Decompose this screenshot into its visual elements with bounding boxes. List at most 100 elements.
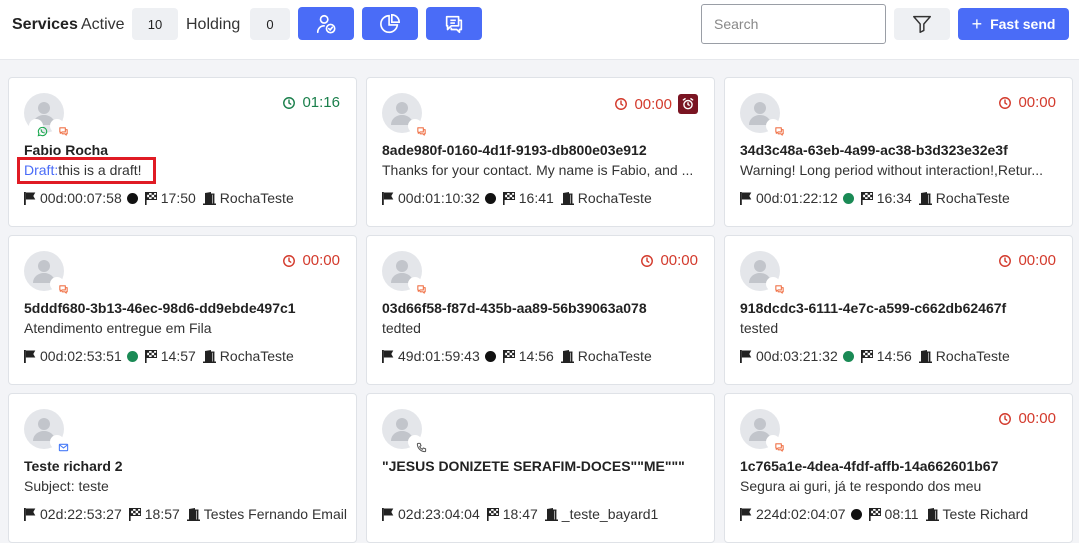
- avatar: [382, 409, 427, 453]
- service-card[interactable]: 00:00 03d66f58-f87d-435b-aa89-56b39063a0…: [366, 235, 715, 385]
- contact-name: 03d66f58-f87d-435b-aa89-56b39063a078: [382, 300, 647, 316]
- card-footer: 00d:00:07:58 17:50 RochaTeste: [24, 190, 294, 206]
- queue-name: _teste_bayard1: [561, 506, 659, 522]
- fast-send-button[interactable]: + Fast send: [958, 8, 1069, 40]
- clock-icon: [999, 96, 1012, 109]
- queue-door-icon: [202, 349, 216, 363]
- timer-value: 00:00: [1018, 410, 1056, 427]
- card-message: Segura ai guri, já te respondo dos meu: [740, 478, 982, 494]
- card-message: tedted: [382, 320, 421, 336]
- chat-icon: [766, 435, 784, 452]
- contact-name: 5dddf680-3b13-46ec-98d6-dd9ebde497c1: [24, 300, 296, 316]
- status-dot: [842, 192, 854, 204]
- clock-icon: [641, 254, 654, 267]
- chat-icon: [50, 277, 68, 294]
- timer-value: 01:16: [302, 94, 340, 111]
- checkered-flag-icon: [144, 349, 157, 363]
- contact-name: 918dcdc3-6111-4e7c-a599-c662db62467f: [740, 300, 1007, 316]
- timer: 01:16: [282, 94, 340, 111]
- service-card[interactable]: 00:00 1c765a1e-4dea-4fdf-affb-14a662601b…: [724, 393, 1073, 543]
- email-icon: [50, 435, 69, 452]
- avatar: [382, 251, 426, 294]
- checkered-flag-icon: [144, 191, 157, 205]
- queue-name: Testes Fernando Email: [203, 506, 347, 522]
- timer-value: 00:00: [660, 252, 698, 269]
- filter-button[interactable]: [894, 8, 950, 40]
- flag-icon: [740, 507, 752, 521]
- clock-icon: [283, 254, 296, 267]
- chat-icon: [408, 119, 426, 136]
- checkered-flag-icon: [128, 507, 141, 521]
- timer-value: 00:00: [1018, 252, 1056, 269]
- alarm-clock-icon[interactable]: [678, 94, 698, 114]
- active-label: Active: [81, 16, 125, 33]
- chat-icon: [408, 277, 426, 294]
- service-card[interactable]: 00:00 8ade980f-0160-4d1f-9193-db800e03e9…: [366, 77, 715, 227]
- queue-door-icon: [918, 349, 932, 363]
- avatar: [24, 409, 69, 452]
- duration: 224d:02:04:07: [756, 506, 846, 522]
- service-card[interactable]: 00:00 34d3c48a-63eb-4a99-ac38-b3d323e32e…: [724, 77, 1073, 227]
- duration: 00d:00:07:58: [40, 190, 122, 206]
- finish-time: 16:41: [518, 190, 554, 206]
- pie-chart-icon: [380, 13, 400, 33]
- card-footer: 224d:02:04:07 08:11 Teste Richard: [740, 506, 1028, 522]
- card-footer: 00d:02:53:51 14:57 RochaTeste: [24, 348, 294, 364]
- duration: 02d:22:53:27: [40, 506, 122, 522]
- flag-icon: [382, 507, 394, 521]
- service-card[interactable]: 00:00 918dcdc3-6111-4e7c-a599-c662db6246…: [724, 235, 1073, 385]
- service-card[interactable]: 00:00 5dddf680-3b13-46ec-98d6-dd9ebde497…: [8, 235, 357, 385]
- user-status-button[interactable]: [298, 7, 354, 40]
- filter-icon: [913, 15, 931, 33]
- checkered-flag-icon: [860, 349, 873, 363]
- duration: 00d:01:10:32: [398, 190, 480, 206]
- finish-time: 16:34: [876, 190, 912, 206]
- fast-send-label: Fast send: [990, 16, 1056, 32]
- flag-icon: [24, 191, 36, 205]
- holding-count-badge: 0: [250, 8, 290, 40]
- flag-icon: [24, 349, 36, 363]
- timer-value: 00:00: [302, 252, 340, 269]
- clock-icon: [999, 254, 1012, 267]
- checkered-flag-icon: [502, 191, 515, 205]
- finish-time: 18:47: [502, 506, 538, 522]
- service-card[interactable]: 01:16 Fabio Rocha Draft:this is a draft!…: [8, 77, 357, 227]
- queue-name: RochaTeste: [219, 348, 294, 364]
- phone-icon: [408, 435, 427, 453]
- finish-time: 14:56: [876, 348, 912, 364]
- flag-icon: [382, 349, 394, 363]
- card-footer: 00d:03:21:32 14:56 RochaTeste: [740, 348, 1010, 364]
- finish-time: 18:57: [144, 506, 180, 522]
- finish-time: 17:50: [160, 190, 196, 206]
- timer-value: 00:00: [634, 95, 672, 113]
- timer: 00:00: [282, 252, 340, 269]
- card-footer: 02d:22:53:27 18:57 Testes Fernando Email: [24, 506, 347, 522]
- contact-name: 1c765a1e-4dea-4fdf-affb-14a662601b67: [740, 458, 999, 474]
- finish-time: 14:57: [160, 348, 196, 364]
- timer: 00:00: [640, 252, 698, 269]
- service-card[interactable]: Teste richard 2 Subject: teste 02d:22:53…: [8, 393, 357, 543]
- clock-icon: [999, 412, 1012, 425]
- card-message: Warning! Long period without interaction…: [740, 162, 1043, 178]
- status-dot: [126, 350, 138, 362]
- search-input[interactable]: [701, 4, 886, 44]
- card-footer: 00d:01:10:32 16:41 RochaTeste: [382, 190, 652, 206]
- queue-door-icon: [918, 191, 932, 205]
- duration: 00d:02:53:51: [40, 348, 122, 364]
- contact-name: Fabio Rocha: [24, 142, 109, 158]
- card-footer: 02d:23:04:04 18:47 _teste_bayard1: [382, 506, 658, 522]
- queue-name: RochaTeste: [935, 348, 1010, 364]
- chat-bubbles-icon: [445, 15, 463, 33]
- queue-name: Teste Richard: [942, 506, 1029, 522]
- queue-door-icon: [560, 349, 574, 363]
- page-title: Services: [12, 16, 78, 33]
- contact-name: 8ade980f-0160-4d1f-9193-db800e03e912: [382, 142, 647, 158]
- messages-button[interactable]: [426, 7, 482, 40]
- flag-icon: [740, 191, 752, 205]
- timer: 00:00: [998, 410, 1056, 427]
- reports-button[interactable]: [362, 7, 418, 40]
- service-card[interactable]: "JESUS DONIZETE SERAFIM-DOCES""ME""" 02d…: [366, 393, 715, 543]
- top-bar: Services Active 10 Holding 0 + Fast send: [0, 0, 1079, 60]
- queue-door-icon: [925, 507, 939, 521]
- avatar: [740, 409, 784, 452]
